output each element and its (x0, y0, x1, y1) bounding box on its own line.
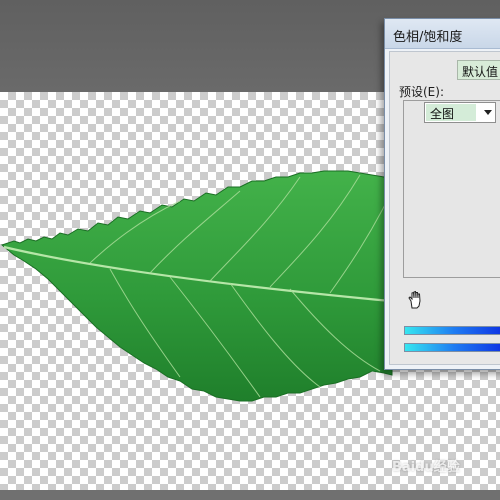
watermark: Baidu经验 (392, 460, 460, 475)
workspace-bottom-area (0, 490, 500, 500)
edit-range-value: 全图 (426, 104, 476, 121)
dialog-title: 色相/饱和度 (393, 30, 463, 45)
hand-icon[interactable] (406, 290, 426, 310)
output-color-spectrum (404, 343, 500, 352)
chevron-down-icon (484, 110, 492, 115)
dialog-titlebar[interactable]: 色相/饱和度 (385, 19, 500, 49)
edit-range-dropdown[interactable]: 全图 (424, 102, 496, 123)
input-color-spectrum (404, 326, 500, 335)
preset-dropdown[interactable]: 默认值 (457, 60, 500, 80)
adjustment-panel (403, 100, 500, 278)
preset-label: 预设(E): (399, 85, 444, 99)
preset-dropdown-value: 默认值 (462, 65, 499, 79)
